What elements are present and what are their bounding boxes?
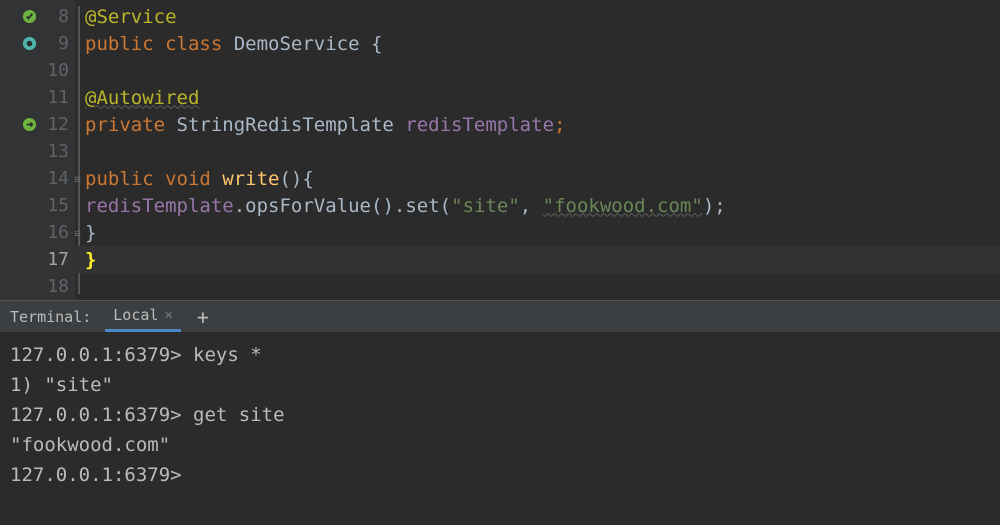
add-terminal-button[interactable]: +	[189, 301, 217, 332]
code-area[interactable]: @Service public class DemoService { @Aut…	[75, 0, 1000, 300]
line-number: 17	[43, 249, 69, 270]
line-number: 12	[43, 114, 69, 135]
terminal-tab-local[interactable]: Local ✕	[105, 301, 181, 332]
spring-bean-icon	[22, 9, 37, 24]
line-number: 15	[43, 195, 69, 216]
close-icon[interactable]: ✕	[164, 307, 172, 323]
line-number: 11	[43, 87, 69, 108]
terminal-line: "fookwood.com"	[10, 430, 990, 460]
annotation: @Autowired	[85, 87, 199, 109]
terminal-tab-label: Local	[113, 306, 158, 324]
line-number: 13	[43, 141, 69, 162]
gutter: 8 9 10 11 12 13 14 15 16 17 18	[0, 0, 75, 300]
line-number: 10	[43, 60, 69, 81]
line-number: 8	[43, 6, 69, 27]
terminal-line: 127.0.0.1:6379> get site	[10, 400, 990, 430]
spring-component-icon	[22, 36, 37, 51]
annotation: @Service	[85, 6, 177, 28]
terminal-label: Terminal:	[10, 301, 97, 332]
terminal-line: 127.0.0.1:6379> keys *	[10, 340, 990, 370]
terminal-line: 1) "site"	[10, 370, 990, 400]
code-editor[interactable]: 8 9 10 11 12 13 14 15 16 17 18 @Service …	[0, 0, 1000, 300]
line-number: 16	[43, 222, 69, 243]
terminal-tab-bar: Terminal: Local ✕ +	[0, 300, 1000, 332]
fold-open-icon[interactable]: ⊟	[75, 174, 84, 183]
fold-close-icon[interactable]: ⊟	[75, 228, 84, 237]
autowired-icon	[22, 117, 37, 132]
terminal-line: 127.0.0.1:6379>	[10, 460, 990, 490]
line-number: 18	[43, 276, 69, 297]
line-number: 14	[43, 168, 69, 189]
line-number: 9	[43, 33, 69, 54]
terminal-output[interactable]: 127.0.0.1:6379> keys * 1) "site" 127.0.0…	[0, 332, 1000, 525]
